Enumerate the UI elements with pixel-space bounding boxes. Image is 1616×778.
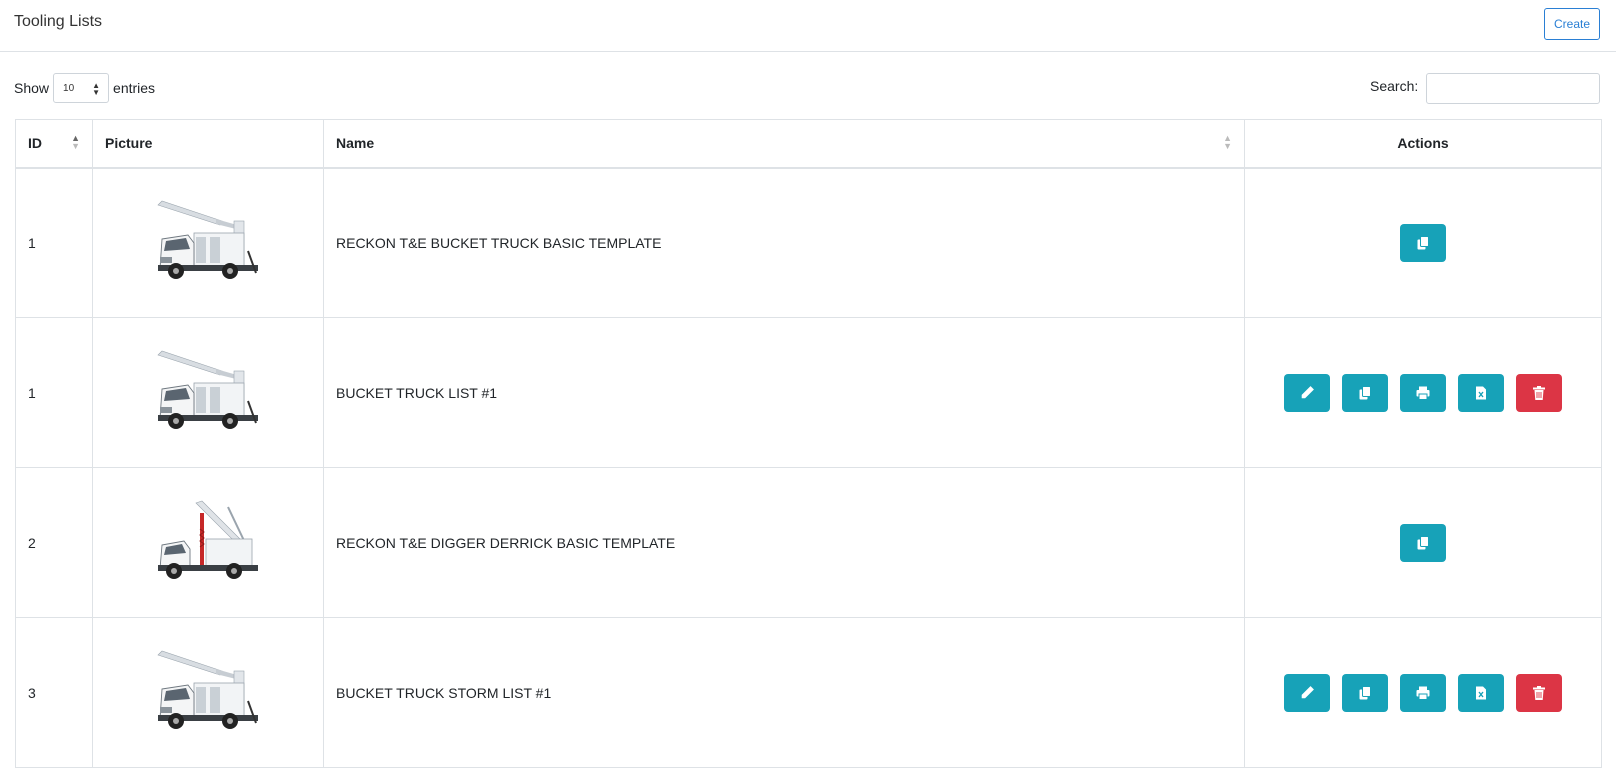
card-header: Tooling Lists Create [0,0,1616,52]
print-button[interactable] [1400,373,1446,412]
row-actions [1244,467,1602,618]
bucket-truck-image [156,349,260,433]
table-row: 2 RECKON T&E DIGGER DERRICK BASIC TEMPLA… [15,467,1602,618]
copy-icon [1415,235,1431,251]
row-picture [92,617,324,768]
row-picture [92,167,324,318]
length-menu: Show 10 ▲ ▼ entries [14,73,155,103]
row-id: 3 [15,617,93,768]
row-id: 1 [15,317,93,468]
row-actions [1244,167,1602,318]
sort-icon: ▲ ▼ [71,133,80,151]
entries-select-value: 10 [63,82,75,94]
row-id: 2 [15,467,93,618]
row-picture [92,317,324,468]
entries-select[interactable]: 10 ▲ ▼ [53,73,110,103]
print-icon [1415,685,1431,701]
column-header-name[interactable]: Name ▲ ▼ [323,119,1245,169]
search-label: Search: [1370,78,1419,94]
row-name: BUCKET TRUCK STORM LIST #1 [323,617,1245,768]
trash-icon [1531,685,1547,701]
column-header-picture: Picture [92,119,324,169]
row-name: RECKON T&E DIGGER DERRICK BASIC TEMPLATE [323,467,1245,618]
pencil-icon [1299,385,1315,401]
delete-button[interactable] [1516,373,1562,412]
excel-file-icon [1473,685,1489,701]
copy-icon [1357,385,1373,401]
tooling-table: ID ▲ ▼ Picture Name ▲ ▼ Actions 1 RECKON T… [15,119,1602,768]
excel-button[interactable] [1458,373,1504,412]
print-button[interactable] [1400,673,1446,712]
page-title: Tooling Lists [14,13,103,30]
copy-button[interactable] [1400,523,1446,562]
column-header-actions: Actions [1244,119,1602,169]
row-name: BUCKET TRUCK LIST #1 [323,317,1245,468]
bucket-truck-image [156,199,260,284]
copy-icon [1357,685,1373,701]
show-label: Show [14,80,50,96]
row-actions [1244,317,1602,468]
select-caret-icon: ▲ ▼ [92,81,101,97]
table-row: 1 RECKON T&E BUCKET TRUCK BASIC TEMPLATE [15,167,1602,318]
edit-button[interactable] [1284,373,1330,412]
copy-button[interactable] [1400,223,1446,262]
copy-button[interactable] [1342,673,1388,712]
row-picture [92,467,324,618]
row-name: RECKON T&E BUCKET TRUCK BASIC TEMPLATE [323,167,1245,318]
table-row: 1 BUCKET TRUCK LIST #1 [15,317,1602,468]
column-header-id[interactable]: ID ▲ ▼ [15,119,93,169]
delete-button[interactable] [1516,673,1562,712]
copy-icon [1415,535,1431,551]
excel-button[interactable] [1458,673,1504,712]
search-input[interactable] [1426,73,1600,104]
create-button[interactable]: Create [1544,8,1600,40]
print-icon [1415,385,1431,401]
pencil-icon [1299,685,1315,701]
excel-file-icon [1473,385,1489,401]
trash-icon [1531,385,1547,401]
edit-button[interactable] [1284,673,1330,712]
entries-label: entries [113,80,156,96]
table-header-row: ID ▲ ▼ Picture Name ▲ ▼ Actions [15,119,1602,169]
digger-derrick-image [156,499,260,583]
table-row: 3 BUCKET TRUCK STORM LIST #1 [15,617,1602,768]
sort-icon: ▲ ▼ [1223,133,1232,151]
copy-button[interactable] [1342,373,1388,412]
row-id: 1 [15,167,93,318]
bucket-truck-image [156,649,260,733]
row-actions [1244,617,1602,768]
